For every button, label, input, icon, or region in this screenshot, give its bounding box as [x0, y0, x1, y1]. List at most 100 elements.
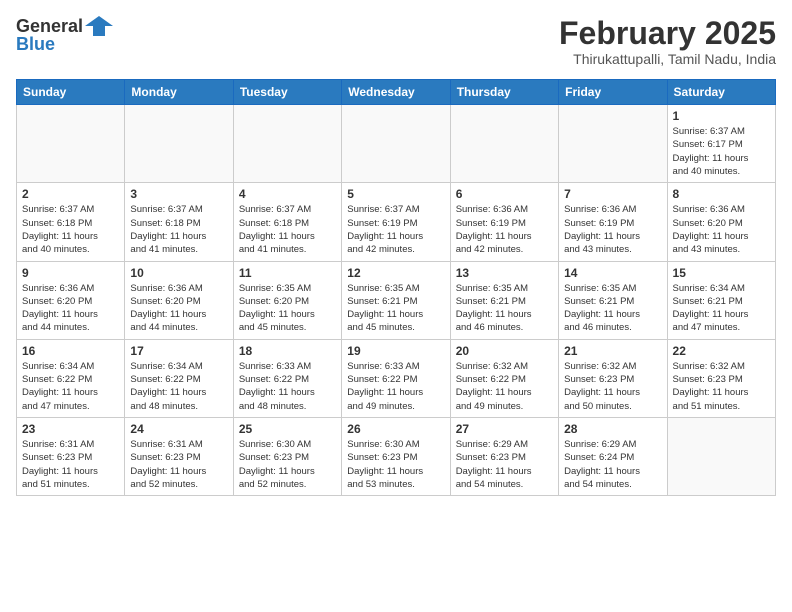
day-number: 28 — [564, 422, 661, 436]
day-number: 24 — [130, 422, 227, 436]
calendar-week-4: 23 Sunrise: 6:31 AMSunset: 6:23 PMDayligh… — [17, 417, 776, 495]
day-info: Sunrise: 6:36 AMSunset: 6:20 PMDaylight:… — [673, 203, 770, 256]
calendar-header-row: SundayMondayTuesdayWednesdayThursdayFrid… — [17, 80, 776, 105]
calendar-cell: 21 Sunrise: 6:32 AMSunset: 6:23 PMDayligh… — [559, 339, 667, 417]
calendar-cell: 14 Sunrise: 6:35 AMSunset: 6:21 PMDayligh… — [559, 261, 667, 339]
calendar-cell: 7Sunrise: 6:36 AMSunset: 6:19 PMDaylight… — [559, 183, 667, 261]
calendar-cell: 3 Sunrise: 6:37 AMSunset: 6:18 PMDaylight… — [125, 183, 233, 261]
day-info: Sunrise: 6:36 AMSunset: 6:20 PMDaylight:… — [130, 282, 227, 335]
day-number: 5 — [347, 187, 444, 201]
day-number: 18 — [239, 344, 336, 358]
day-info: Sunrise: 6:34 AMSunset: 6:22 PMDaylight:… — [130, 360, 227, 413]
calendar-cell: 6Sunrise: 6:36 AMSunset: 6:19 PMDaylight… — [450, 183, 558, 261]
calendar-cell: 22 Sunrise: 6:32 AMSunset: 6:23 PMDayligh… — [667, 339, 775, 417]
day-info: Sunrise: 6:36 AMSunset: 6:19 PMDaylight:… — [456, 203, 553, 256]
day-info: Sunrise: 6:35 AMSunset: 6:20 PMDaylight:… — [239, 282, 336, 335]
calendar-cell — [17, 105, 125, 183]
day-number: 15 — [673, 266, 770, 280]
col-header-monday: Monday — [125, 80, 233, 105]
calendar-week-1: 2 Sunrise: 6:37 AMSunset: 6:18 PMDaylight… — [17, 183, 776, 261]
day-info: Sunrise: 6:33 AMSunset: 6:22 PMDaylight:… — [239, 360, 336, 413]
col-header-tuesday: Tuesday — [233, 80, 341, 105]
day-info: Sunrise: 6:37 AMSunset: 6:19 PMDaylight:… — [347, 203, 444, 256]
day-number: 26 — [347, 422, 444, 436]
calendar-cell: 26 Sunrise: 6:30 AMSunset: 6:23 PMDayligh… — [342, 417, 450, 495]
calendar-cell: 17 Sunrise: 6:34 AMSunset: 6:22 PMDayligh… — [125, 339, 233, 417]
day-number: 21 — [564, 344, 661, 358]
day-info: Sunrise: 6:35 AMSunset: 6:21 PMDaylight:… — [456, 282, 553, 335]
day-number: 17 — [130, 344, 227, 358]
day-info: Sunrise: 6:37 AMSunset: 6:18 PMDaylight:… — [22, 203, 119, 256]
col-header-friday: Friday — [559, 80, 667, 105]
calendar-cell: 15Sunrise: 6:34 AMSunset: 6:21 PMDayligh… — [667, 261, 775, 339]
calendar-cell: 4Sunrise: 6:37 AMSunset: 6:18 PMDaylight… — [233, 183, 341, 261]
day-info: Sunrise: 6:32 AMSunset: 6:22 PMDaylight:… — [456, 360, 553, 413]
calendar-week-0: 1 Sunrise: 6:37 AMSunset: 6:17 PMDaylight… — [17, 105, 776, 183]
day-number: 1 — [673, 109, 770, 123]
calendar-cell — [233, 105, 341, 183]
day-info: Sunrise: 6:35 AMSunset: 6:21 PMDaylight:… — [564, 282, 661, 335]
logo-blue: Blue — [16, 34, 55, 55]
day-info: Sunrise: 6:37 AMSunset: 6:18 PMDaylight:… — [130, 203, 227, 256]
calendar-cell: 11 Sunrise: 6:35 AMSunset: 6:20 PMDayligh… — [233, 261, 341, 339]
day-number: 8 — [673, 187, 770, 201]
calendar-week-3: 16 Sunrise: 6:34 AMSunset: 6:22 PMDayligh… — [17, 339, 776, 417]
day-info: Sunrise: 6:37 AMSunset: 6:18 PMDaylight:… — [239, 203, 336, 256]
day-info: Sunrise: 6:31 AMSunset: 6:23 PMDaylight:… — [130, 438, 227, 491]
day-number: 3 — [130, 187, 227, 201]
day-info: Sunrise: 6:29 AMSunset: 6:24 PMDaylight:… — [564, 438, 661, 491]
calendar-cell — [450, 105, 558, 183]
logo-text: General — [16, 17, 83, 35]
col-header-sunday: Sunday — [17, 80, 125, 105]
day-number: 13 — [456, 266, 553, 280]
page-header: General Blue February 2025 Thirukattupal… — [16, 16, 776, 67]
calendar-week-2: 9Sunrise: 6:36 AMSunset: 6:20 PMDaylight… — [17, 261, 776, 339]
calendar-cell: 16 Sunrise: 6:34 AMSunset: 6:22 PMDayligh… — [17, 339, 125, 417]
calendar-cell: 1 Sunrise: 6:37 AMSunset: 6:17 PMDaylight… — [667, 105, 775, 183]
calendar-cell: 18 Sunrise: 6:33 AMSunset: 6:22 PMDayligh… — [233, 339, 341, 417]
calendar-table: SundayMondayTuesdayWednesdayThursdayFrid… — [16, 79, 776, 496]
day-info: Sunrise: 6:32 AMSunset: 6:23 PMDaylight:… — [673, 360, 770, 413]
calendar-cell: 10 Sunrise: 6:36 AMSunset: 6:20 PMDayligh… — [125, 261, 233, 339]
calendar-cell: 8 Sunrise: 6:36 AMSunset: 6:20 PMDaylight… — [667, 183, 775, 261]
day-info: Sunrise: 6:30 AMSunset: 6:23 PMDaylight:… — [239, 438, 336, 491]
day-info: Sunrise: 6:37 AMSunset: 6:17 PMDaylight:… — [673, 125, 770, 178]
day-number: 14 — [564, 266, 661, 280]
calendar-cell: 9Sunrise: 6:36 AMSunset: 6:20 PMDaylight… — [17, 261, 125, 339]
day-number: 19 — [347, 344, 444, 358]
day-info: Sunrise: 6:34 AMSunset: 6:22 PMDaylight:… — [22, 360, 119, 413]
day-number: 22 — [673, 344, 770, 358]
calendar-cell: 19Sunrise: 6:33 AMSunset: 6:22 PMDayligh… — [342, 339, 450, 417]
calendar-cell: 5 Sunrise: 6:37 AMSunset: 6:19 PMDaylight… — [342, 183, 450, 261]
day-number: 11 — [239, 266, 336, 280]
day-info: Sunrise: 6:30 AMSunset: 6:23 PMDaylight:… — [347, 438, 444, 491]
day-info: Sunrise: 6:31 AMSunset: 6:23 PMDaylight:… — [22, 438, 119, 491]
calendar-cell: 23 Sunrise: 6:31 AMSunset: 6:23 PMDayligh… — [17, 417, 125, 495]
calendar-cell: 20 Sunrise: 6:32 AMSunset: 6:22 PMDayligh… — [450, 339, 558, 417]
calendar-cell: 24 Sunrise: 6:31 AMSunset: 6:23 PMDayligh… — [125, 417, 233, 495]
calendar-cell: 12Sunrise: 6:35 AMSunset: 6:21 PMDayligh… — [342, 261, 450, 339]
col-header-saturday: Saturday — [667, 80, 775, 105]
day-number: 2 — [22, 187, 119, 201]
day-info: Sunrise: 6:35 AMSunset: 6:21 PMDaylight:… — [347, 282, 444, 335]
calendar-cell: 28 Sunrise: 6:29 AMSunset: 6:24 PMDayligh… — [559, 417, 667, 495]
day-number: 20 — [456, 344, 553, 358]
col-header-thursday: Thursday — [450, 80, 558, 105]
day-number: 10 — [130, 266, 227, 280]
calendar-cell — [667, 417, 775, 495]
calendar-cell — [342, 105, 450, 183]
col-header-wednesday: Wednesday — [342, 80, 450, 105]
day-info: Sunrise: 6:36 AMSunset: 6:20 PMDaylight:… — [22, 282, 119, 335]
month-title: February 2025 — [559, 16, 776, 51]
day-number: 16 — [22, 344, 119, 358]
calendar-cell: 13 Sunrise: 6:35 AMSunset: 6:21 PMDayligh… — [450, 261, 558, 339]
day-number: 23 — [22, 422, 119, 436]
day-info: Sunrise: 6:32 AMSunset: 6:23 PMDaylight:… — [564, 360, 661, 413]
calendar-cell — [559, 105, 667, 183]
calendar-cell: 27Sunrise: 6:29 AMSunset: 6:23 PMDayligh… — [450, 417, 558, 495]
calendar-cell: 25 Sunrise: 6:30 AMSunset: 6:23 PMDayligh… — [233, 417, 341, 495]
logo-icon — [85, 16, 113, 36]
day-info: Sunrise: 6:29 AMSunset: 6:23 PMDaylight:… — [456, 438, 553, 491]
day-number: 25 — [239, 422, 336, 436]
title-area: February 2025 Thirukattupalli, Tamil Nad… — [559, 16, 776, 67]
